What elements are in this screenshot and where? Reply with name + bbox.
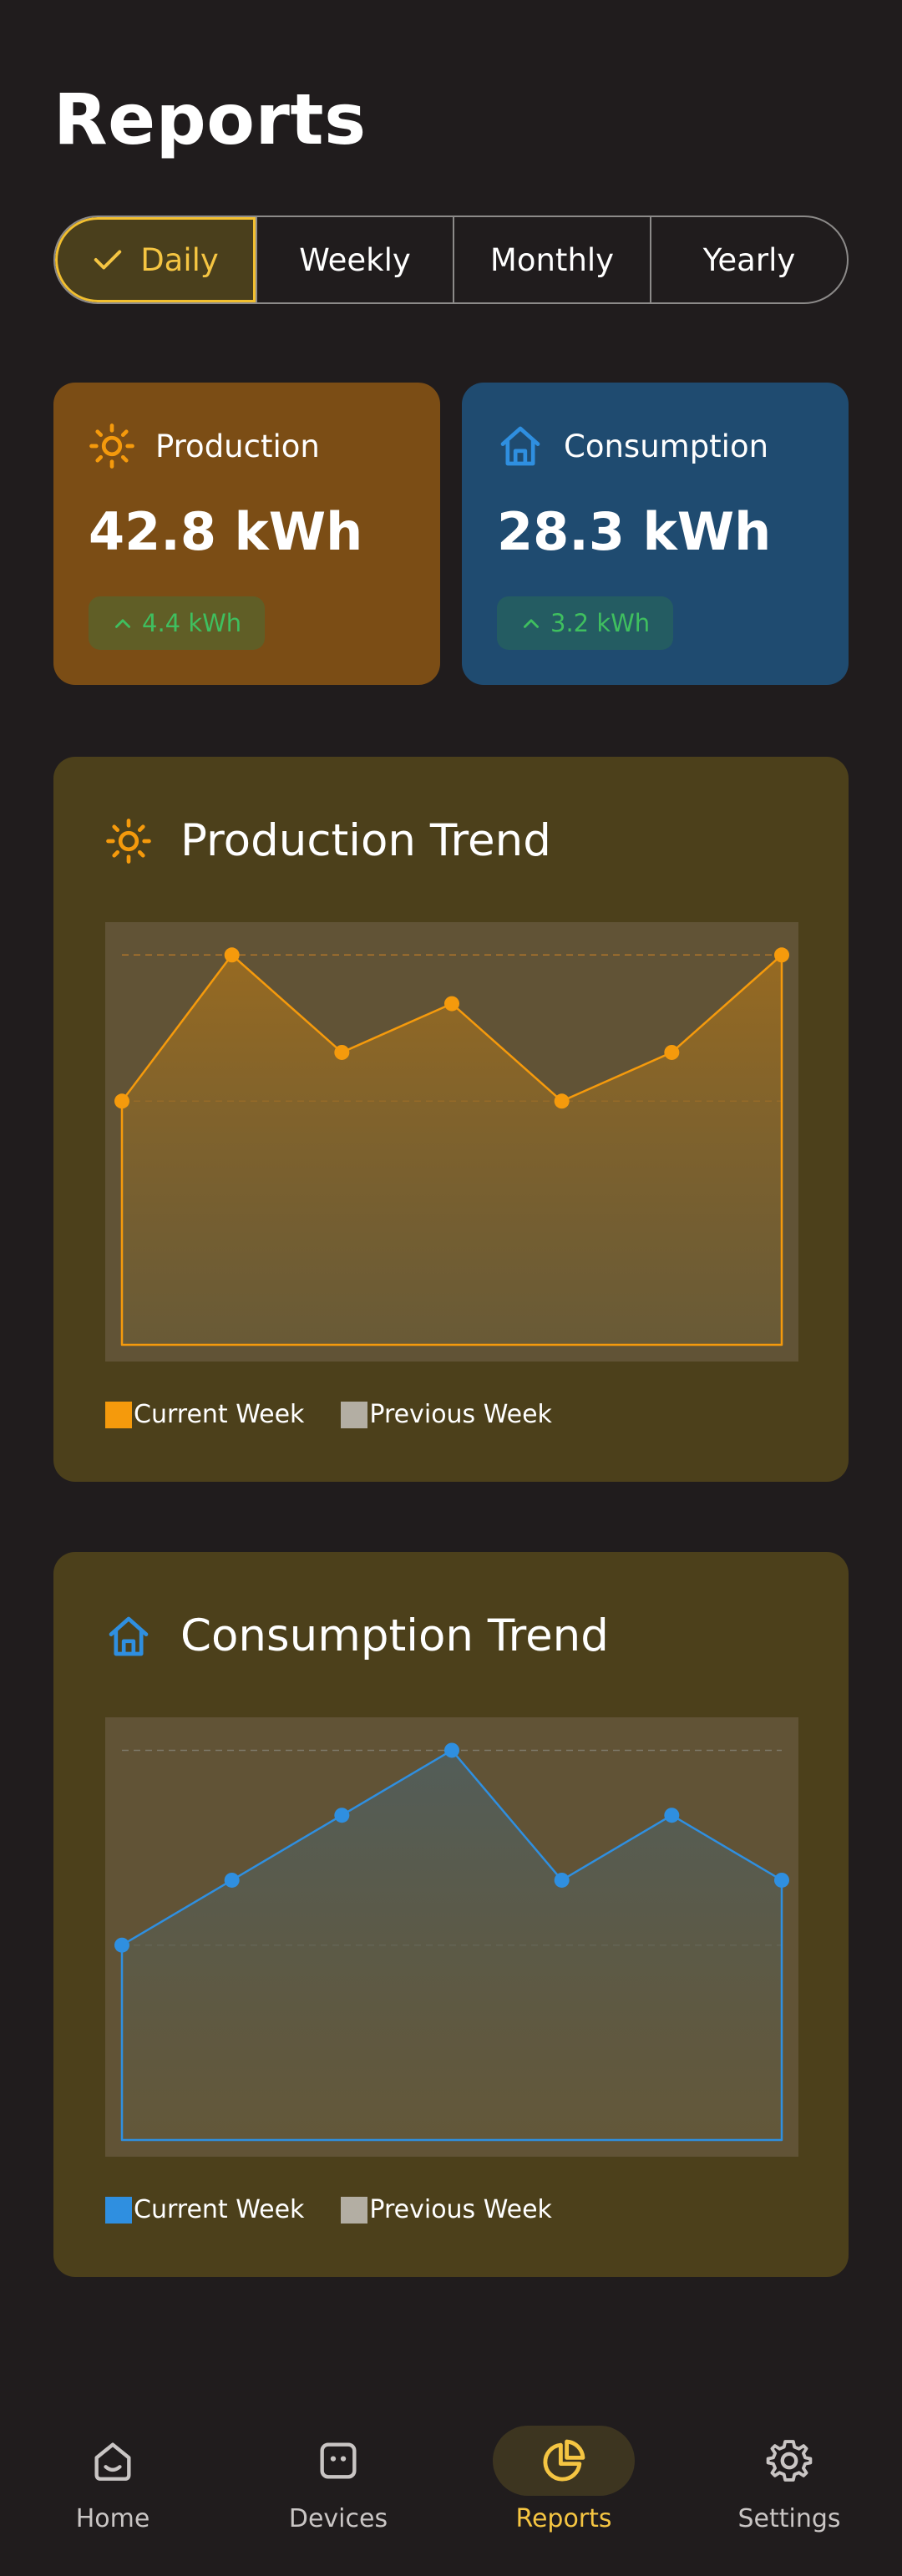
period-yearly[interactable]: Yearly (650, 217, 847, 302)
legend-previous-week: Previous Week (341, 1400, 552, 1429)
production-trend-title: Production Trend (180, 815, 551, 866)
consumption-trend-card: Consumption Trend Current Week Previous … (53, 1552, 849, 2277)
production-value: 42.8 kWh (89, 501, 363, 562)
nav-home[interactable]: Home (17, 2386, 209, 2576)
sun-icon (106, 818, 151, 864)
nav-devices[interactable]: Devices (242, 2386, 434, 2576)
legend-swatch-current (105, 1401, 132, 1428)
nav-settings-label: Settings (737, 2504, 841, 2533)
consumption-trend-title: Consumption Trend (180, 1610, 609, 1661)
period-daily-label: Daily (140, 241, 219, 278)
production-delta: 4.4 kWh (142, 609, 242, 637)
consumption-trend-legend: Current Week Previous Week (105, 2195, 589, 2224)
nav-home-pill (42, 2426, 184, 2496)
chevron-up-icon (115, 619, 130, 628)
production-trend-card: Production Trend Current Week Previous W… (53, 757, 849, 1482)
legend-swatch-previous (341, 2196, 368, 2224)
production-delta-badge: 4.4 kWh (89, 596, 266, 650)
sun-icon (89, 423, 134, 469)
production-trend-legend: Current Week Previous Week (105, 1400, 589, 1429)
legend-swatch-previous (341, 1401, 368, 1428)
legend-current-week: Current Week (105, 1400, 304, 1429)
production-card-header: Production (89, 423, 320, 469)
chart-point-1 (114, 1937, 129, 1953)
bottom-navigation: Home Devices Reports Settings (0, 2386, 902, 2576)
home-icon (94, 2442, 131, 2481)
home-icon (109, 1616, 149, 1656)
pie-chart-icon (543, 2439, 585, 2482)
legend-label-current: Current Week (134, 1400, 305, 1429)
consumption-value: 28.3 kWh (497, 501, 772, 562)
device-icon (320, 2442, 357, 2479)
nav-devices-pill (267, 2426, 409, 2496)
nav-settings[interactable]: Settings (693, 2386, 885, 2576)
legend-current-week: Current Week (105, 2195, 304, 2224)
nav-reports-label: Reports (515, 2504, 612, 2533)
home-icon (500, 426, 540, 466)
production-summary-card: Production 42.8 kWh 4.4 kWh (53, 383, 440, 685)
chart-point-3 (334, 1808, 350, 1823)
chart-point-6 (664, 1044, 680, 1060)
chart-point-3 (334, 1044, 350, 1060)
chart-point-6 (664, 1808, 680, 1823)
nav-reports-pill (493, 2426, 635, 2496)
period-weekly[interactable]: Weekly (256, 217, 453, 302)
legend-swatch-current (105, 2196, 132, 2224)
consumption-trend-chart (105, 1717, 798, 2157)
legend-label-previous: Previous Week (369, 1400, 552, 1429)
legend-label-current: Current Week (134, 2195, 305, 2224)
chart-point-4 (444, 996, 459, 1012)
chevron-up-icon (524, 619, 539, 628)
period-weekly-label: Weekly (299, 241, 411, 278)
legend-label-previous: Previous Week (369, 2195, 552, 2224)
chart-point-7 (774, 1872, 789, 1888)
production-trend-header: Production Trend (105, 815, 551, 866)
chart-point-5 (554, 1872, 570, 1888)
period-monthly[interactable]: Monthly (453, 217, 650, 302)
nav-devices-label: Devices (288, 2504, 388, 2533)
consumption-card-header: Consumption (497, 423, 768, 469)
consumption-delta-badge: 3.2 kWh (497, 596, 674, 650)
consumption-label: Consumption (564, 428, 769, 464)
period-yearly-label: Yearly (702, 241, 796, 278)
consumption-delta: 3.2 kWh (550, 609, 651, 637)
chart-point-2 (224, 947, 240, 963)
period-monthly-label: Monthly (489, 241, 615, 278)
page-title: Reports (53, 79, 367, 160)
consumption-summary-card: Consumption 28.3 kWh 3.2 kWh (462, 383, 849, 685)
nav-settings-pill (718, 2426, 860, 2496)
period-selector: Daily Weekly Monthly Yearly (53, 216, 849, 304)
chart-point-5 (554, 1093, 570, 1109)
chart-point-1 (114, 1093, 129, 1109)
chart-point-7 (774, 947, 789, 963)
consumption-trend-header: Consumption Trend (105, 1610, 609, 1661)
check-icon (94, 250, 122, 270)
chart-point-4 (444, 1742, 459, 1758)
nav-reports[interactable]: Reports (468, 2386, 660, 2576)
legend-previous-week: Previous Week (341, 2195, 552, 2224)
nav-home-label: Home (75, 2504, 150, 2533)
production-label: Production (155, 428, 320, 464)
chart-point-2 (224, 1872, 240, 1888)
period-daily[interactable]: Daily (55, 217, 256, 302)
production-trend-chart (105, 922, 798, 1362)
gear-icon (766, 2440, 813, 2482)
